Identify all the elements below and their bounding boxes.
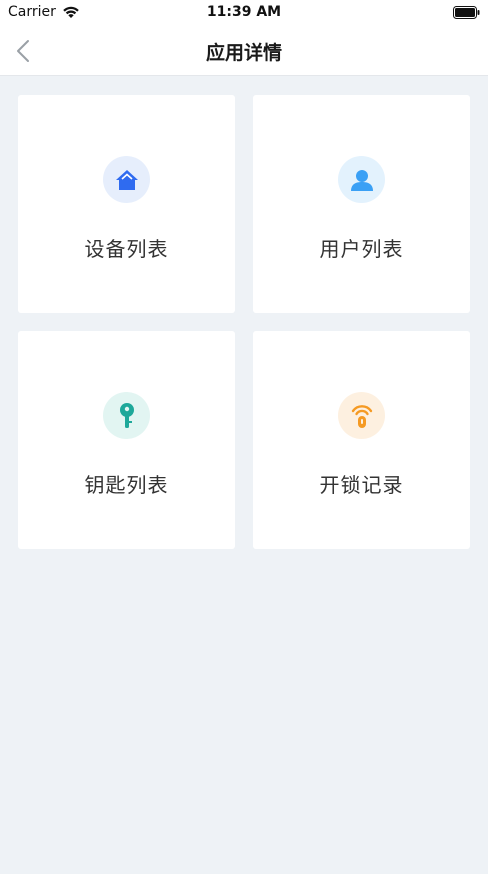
- card-label: 开锁记录: [319, 473, 404, 497]
- page-title: 应用详情: [205, 42, 282, 64]
- unlock-record-card[interactable]: 开锁记录: [253, 331, 470, 549]
- card-label: 钥匙列表: [84, 473, 169, 497]
- status-bar: Carrier 11:39 AM: [0, 0, 488, 26]
- device-list-card[interactable]: 设备列表: [18, 95, 235, 313]
- key-icon-badge: [103, 392, 150, 439]
- battery-icon: [453, 6, 480, 19]
- card-label: 设备列表: [84, 237, 169, 261]
- card-label: 用户列表: [319, 237, 404, 261]
- status-time: 11:39 AM: [206, 4, 282, 20]
- user-icon-badge: [338, 156, 385, 203]
- key-icon: [119, 402, 134, 428]
- navigation-bar: 应用详情: [0, 26, 488, 76]
- key-list-card[interactable]: 钥匙列表: [18, 331, 235, 549]
- unlock-signal-icon-badge: [338, 392, 385, 439]
- unlock-signal-icon: [351, 404, 372, 428]
- user-icon: [350, 169, 373, 191]
- user-list-card[interactable]: 用户列表: [253, 95, 470, 313]
- home-icon-badge: [103, 156, 150, 203]
- home-icon: [115, 169, 138, 190]
